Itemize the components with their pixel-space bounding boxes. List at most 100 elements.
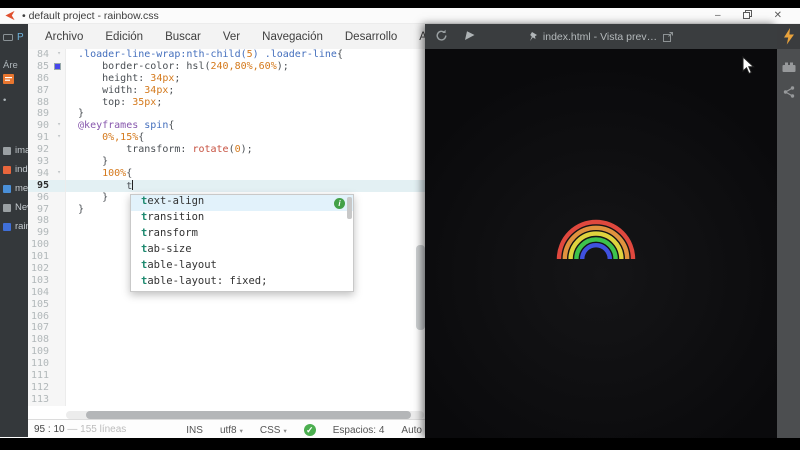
line-number-93: 93 <box>36 156 49 168</box>
code-line-94[interactable]: 100%{ <box>66 168 425 180</box>
code-line-93[interactable]: } <box>66 156 425 168</box>
line-number-107: 107 <box>30 322 49 334</box>
line-number-88: 88 <box>36 96 49 108</box>
autocomplete-item-table-layout[interactable]: table-layout <box>131 259 353 275</box>
line-number-91: 91 ▾ <box>36 132 61 144</box>
code-line-92[interactable]: transform: rotate(0); <box>66 144 425 156</box>
file-item-inde[interactable]: inde <box>3 164 28 175</box>
file-label: men <box>15 183 28 194</box>
code-line-89[interactable]: } <box>66 108 425 120</box>
line-count: — 155 líneas <box>67 424 127 435</box>
autocomplete-item-transition[interactable]: transition <box>131 211 353 227</box>
code-line-85[interactable]: border-color: hsl(240,80%,60%); <box>66 61 425 73</box>
reload-button[interactable] <box>435 29 448 47</box>
file-icon <box>3 146 11 155</box>
vertical-scrollbar[interactable] <box>416 245 425 330</box>
file-item-ima[interactable]: ima <box>3 145 28 156</box>
line-number-89: 89 <box>36 108 49 120</box>
line-number-102: 102 <box>30 263 49 275</box>
code-line-88[interactable]: top: 35px; <box>66 97 425 109</box>
window-title: • default project - rainbow.css <box>22 9 159 22</box>
menu-desarrollo[interactable]: Desarrollo <box>336 28 406 46</box>
indent-setting[interactable]: Espacios: 4 <box>333 425 385 436</box>
menu-navegacion[interactable]: Navegación <box>253 28 332 46</box>
code-line-111[interactable] <box>66 370 425 382</box>
preview-title: index.html - Vista prev… <box>542 30 658 43</box>
code-line-90[interactable]: @keyframes spin{ <box>66 120 425 132</box>
code-line-109[interactable] <box>66 346 425 358</box>
app-icon <box>5 10 15 21</box>
live-preview-window: index.html - Vista prev… <box>425 24 777 438</box>
autocomplete-item-table-layoutfixed[interactable]: table-layout: fixed; <box>131 275 353 291</box>
line-number-98: 98 <box>36 215 49 227</box>
file-item-rain[interactable]: rain <box>3 221 28 232</box>
screen-icon <box>3 33 13 41</box>
menu-buscar[interactable]: Buscar <box>156 28 210 46</box>
minimize-button[interactable]: – <box>715 11 721 21</box>
code-line-84[interactable]: .loader-line-wrap:nth-child(5) .loader-l… <box>66 49 425 61</box>
code-line-108[interactable] <box>66 334 425 346</box>
fold-marker-icon[interactable]: ▾ <box>57 49 61 57</box>
indent-auto[interactable]: Auto <box>401 425 422 436</box>
brick-icon <box>782 62 795 72</box>
close-button[interactable]: ✕ <box>774 11 782 21</box>
reload-icon <box>436 29 447 41</box>
line-number-84: 84 ▾ <box>36 49 61 60</box>
fold-marker-icon[interactable]: ▾ <box>57 168 61 176</box>
line-number-gutter: 84 ▾ 85 86 87 88 89 90 ▾ 91 ▾ 92 93 94 ▾ 95 96 97 98 99 100 1… <box>28 49 66 406</box>
code-line-87[interactable]: width: 34px; <box>66 85 425 97</box>
restore-button[interactable] <box>742 10 752 22</box>
lint-ok-icon[interactable]: ✓ <box>303 424 316 436</box>
line-number-94: 94 ▾ <box>36 167 61 179</box>
cursor-position: 95 : 10 <box>34 424 65 435</box>
navigation-icon[interactable] <box>463 29 476 47</box>
open-external-icon[interactable] <box>662 31 674 43</box>
code-line-110[interactable] <box>66 358 425 370</box>
file-icon <box>3 184 11 193</box>
lightning-bolt-icon <box>783 28 794 45</box>
code-line-91[interactable]: 0%,15%{ <box>66 132 425 144</box>
insert-mode-toggle[interactable]: INS <box>186 425 203 436</box>
mouse-cursor <box>742 56 755 75</box>
caret-down-icon: ▾ <box>239 427 243 435</box>
project-dropdown[interactable]: P <box>3 32 24 43</box>
window-titlebar: • default project - rainbow.css – ✕ <box>0 8 800 24</box>
file-label: New <box>15 202 28 213</box>
line-number-100: 100 <box>30 239 49 251</box>
code-line-105[interactable] <box>66 299 425 311</box>
code-line-112[interactable] <box>66 382 425 394</box>
unsaved-dot: • <box>3 95 7 106</box>
menu-archivo[interactable]: Archivo <box>36 28 92 46</box>
color-swatch[interactable] <box>54 62 61 70</box>
language-selector[interactable]: CSS ▾ <box>260 425 287 436</box>
info-icon[interactable]: i <box>334 197 345 209</box>
working-files-header: Áre <box>3 60 18 71</box>
line-number-113: 113 <box>30 393 49 405</box>
autocomplete-item-text-align[interactable]: text-align i <box>131 195 353 211</box>
file-item-men[interactable]: men <box>3 183 28 194</box>
menu-edicion[interactable]: Edición <box>96 28 152 46</box>
sidebar-logo-icon <box>3 74 14 84</box>
line-number-101: 101 <box>30 251 49 263</box>
line-number-97: 97 <box>36 203 49 215</box>
code-line-106[interactable] <box>66 311 425 323</box>
horizontal-scrollbar[interactable] <box>86 411 411 419</box>
share-extension-button[interactable] <box>777 86 800 98</box>
fold-marker-icon[interactable]: ▾ <box>57 120 61 128</box>
fold-marker-icon[interactable]: ▾ <box>57 132 61 140</box>
dropdown-scrollbar[interactable] <box>347 197 352 219</box>
encoding-selector[interactable]: utf8 ▾ <box>220 425 243 436</box>
extension-manager-button[interactable] <box>777 62 800 73</box>
menu-ver[interactable]: Ver <box>214 28 249 46</box>
line-number-112: 112 <box>30 381 49 393</box>
line-number-90: 90 ▾ <box>36 120 61 132</box>
code-line-95[interactable]: t <box>66 179 425 192</box>
line-number-85: 85 <box>28 61 65 73</box>
code-line-113[interactable] <box>66 394 425 406</box>
file-item-new[interactable]: New <box>3 202 28 213</box>
code-line-86[interactable]: height: 34px; <box>66 73 425 85</box>
code-line-107[interactable] <box>66 322 425 334</box>
autocomplete-item-transform[interactable]: transform <box>131 227 353 243</box>
live-preview-button[interactable] <box>777 24 800 49</box>
autocomplete-item-tab-size[interactable]: tab-size <box>131 243 353 259</box>
